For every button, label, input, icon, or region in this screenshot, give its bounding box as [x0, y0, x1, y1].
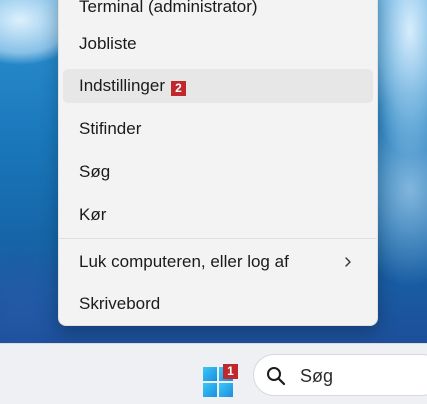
annotation-badge: 2: [171, 81, 186, 96]
menu-item-label: Stifinder: [79, 119, 142, 138]
context-menu: Terminal (administrator) Jobliste Indsti…: [58, 0, 378, 326]
menu-item-koer[interactable]: Kør: [63, 198, 373, 232]
annotation-badge: 1: [223, 364, 238, 379]
menu-item-label: Kør: [79, 205, 107, 224]
menu-item-text: Indstillinger: [79, 76, 165, 95]
menu-item-label: Søg: [79, 162, 111, 181]
menu-item-label: Indstillinger 2: [79, 76, 186, 96]
menu-item-label: Terminal (administrator): [79, 0, 258, 16]
menu-item-indstillinger[interactable]: Indstillinger 2: [63, 69, 373, 103]
menu-item-skrivebord[interactable]: Skrivebord: [63, 287, 373, 321]
search-icon: [267, 367, 286, 386]
taskbar-search-box[interactable]: Søg: [253, 354, 427, 396]
menu-item-label: Skrivebord: [79, 294, 161, 313]
chevron-right-icon: [345, 257, 351, 267]
search-label: Søg: [300, 366, 334, 386]
menu-item-jobliste[interactable]: Jobliste: [63, 27, 373, 61]
menu-item-terminal-admin[interactable]: Terminal (administrator): [63, 0, 373, 27]
start-button[interactable]: 1: [197, 358, 238, 397]
menu-item-soeg[interactable]: Søg: [63, 155, 373, 189]
menu-item-shutdown-signout[interactable]: Luk computeren, eller log af: [63, 245, 373, 279]
menu-item-label: Luk computeren, eller log af: [79, 252, 289, 271]
menu-item-stifinder[interactable]: Stifinder: [63, 112, 373, 146]
menu-divider: [59, 238, 377, 239]
taskbar: 1 Søg: [0, 343, 427, 404]
menu-item-label: Jobliste: [79, 34, 137, 53]
